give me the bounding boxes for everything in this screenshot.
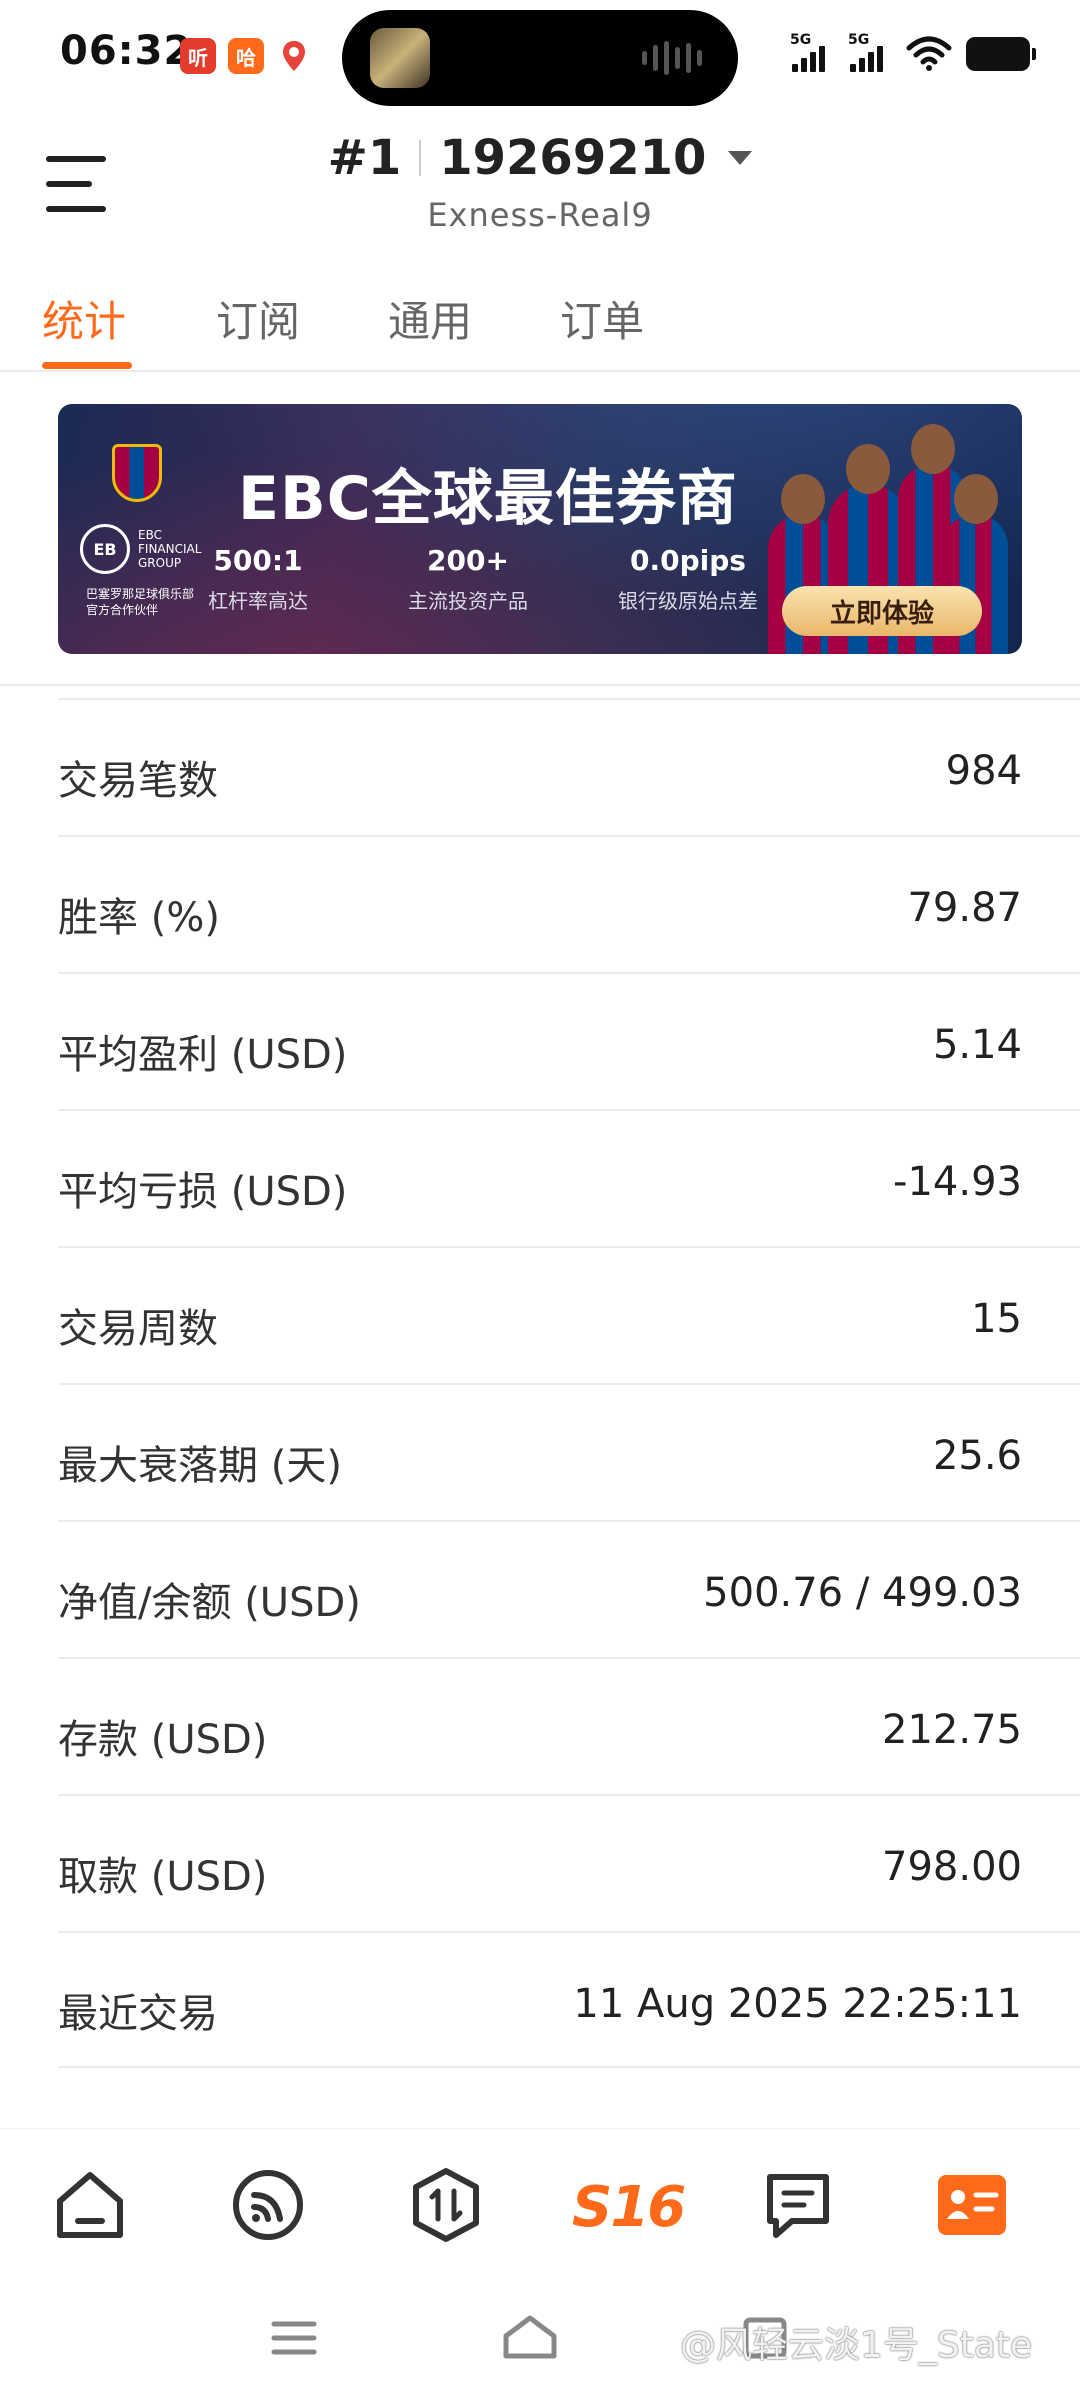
tab-subscribe[interactable]: 订阅: [216, 288, 300, 349]
media-thumbnail: [370, 28, 430, 88]
account-selector[interactable]: #1 19269210 Exness-Real9: [0, 130, 1080, 234]
stat-label: 平均亏损 (USD): [58, 1169, 348, 1215]
banner-title: EBC全球最佳券商: [238, 464, 738, 534]
stat-value: 500.76 / 499.03: [703, 1570, 1022, 1616]
message-icon[interactable]: [758, 2165, 838, 2245]
stat-value: 212.75: [882, 1707, 1022, 1753]
stat-label: 胜率 (%): [58, 895, 220, 941]
stat-value: 5.14: [932, 1022, 1022, 1068]
stat-row: 交易周数 15: [58, 1246, 1080, 1383]
statistics-list: 交易笔数 984 胜率 (%) 79.87 平均盈利 (USD) 5.14 平均…: [58, 698, 1080, 2068]
stat-value: 11 Aug 2025 22:25:11: [573, 1981, 1022, 2027]
account-server: Exness-Real9: [427, 196, 653, 234]
stat-row: 平均盈利 (USD) 5.14: [58, 972, 1080, 1109]
ting-app-icon: 听: [180, 38, 216, 74]
banner-stat-value: 500:1: [213, 544, 303, 577]
signal-5g-icon: 5G: [790, 32, 834, 74]
dynamic-island: [342, 10, 738, 106]
banner-stat-label: 杠杆率高达: [208, 589, 308, 613]
stat-label: 交易周数: [58, 1306, 218, 1352]
stat-label: 交易笔数: [58, 758, 218, 804]
brand-line: EBC: [138, 528, 162, 542]
signal-label: 5G: [848, 32, 870, 48]
home-icon[interactable]: [50, 2165, 130, 2245]
feed-icon[interactable]: [228, 2165, 308, 2245]
stat-label: 最大衰落期 (天): [58, 1443, 342, 1489]
stat-label: 平均盈利 (USD): [58, 1032, 348, 1078]
stat-value: 79.87: [907, 885, 1022, 931]
try-now-button[interactable]: 立即体验: [782, 586, 982, 636]
stat-row: 净值/余额 (USD) 500.76 / 499.03: [58, 1520, 1080, 1657]
wifi-icon: [906, 36, 952, 71]
stat-label: 净值/余额 (USD): [58, 1580, 361, 1626]
tab-statistics[interactable]: 统计: [42, 288, 126, 349]
stat-row: 交易笔数 984: [58, 698, 1080, 835]
fc-barcelona-crest-icon: [112, 444, 162, 502]
active-tab-indicator: [42, 362, 132, 369]
banner-stat-value: 200+: [427, 544, 509, 577]
banner-area: EB EBC FINANCIAL GROUP 巴塞罗那足球俱乐部 官方合作伙伴 …: [0, 374, 1080, 686]
system-home-icon[interactable]: [500, 2312, 560, 2366]
watermark: @风轻云淡1号_State: [680, 2325, 1033, 2366]
signal-label: 5G: [790, 32, 812, 48]
ebc-logo-icon: EB: [80, 524, 130, 574]
stat-value: 15: [971, 1296, 1022, 1342]
caret-down-icon[interactable]: [728, 151, 753, 165]
stat-row: 最大衰落期 (天) 25.6: [58, 1383, 1080, 1520]
ha-app-icon: 哈: [228, 38, 264, 74]
banner-stat-label: 银行级原始点差: [618, 589, 758, 613]
stat-row: 存款 (USD) 212.75: [58, 1657, 1080, 1794]
trade-icon[interactable]: [406, 2165, 486, 2245]
banner-stat: 0.0pips 银行级原始点差: [578, 544, 798, 614]
banner-stat: 500:1 杠杆率高达: [178, 544, 338, 614]
stat-label: 取款 (USD): [58, 1854, 268, 1900]
status-time: 06:32: [60, 28, 193, 74]
system-navigation-bar: @风轻云淡1号_State: [0, 2278, 1080, 2400]
s16-brand-logo[interactable]: S16: [572, 2175, 686, 2240]
tab-bar: 统计 订阅 通用 订单: [0, 280, 1080, 372]
status-indicators: 5G 5G: [790, 32, 1036, 74]
tab-orders[interactable]: 订单: [560, 288, 644, 349]
banner-stat-label: 主流投资产品: [408, 589, 528, 613]
status-bar: 06:32 听 哈 5G 5G: [0, 0, 1080, 118]
stat-row: 最近交易 11 Aug 2025 22:25:11: [58, 1931, 1080, 2068]
audio-wave-icon: [642, 40, 702, 76]
divider: [419, 140, 422, 176]
stat-value: 798.00: [882, 1844, 1022, 1890]
account-number: 19269210: [439, 130, 707, 186]
signal-5g-icon: 5G: [848, 32, 892, 74]
stat-value: -14.93: [893, 1159, 1022, 1205]
map-app-icon: [276, 38, 312, 74]
recent-apps-icon[interactable]: [270, 2318, 318, 2362]
stat-label: 存款 (USD): [58, 1717, 268, 1763]
promo-banner[interactable]: EB EBC FINANCIAL GROUP 巴塞罗那足球俱乐部 官方合作伙伴 …: [58, 404, 1022, 654]
banner-stat-value: 0.0pips: [630, 544, 746, 577]
account-rank: #1: [327, 130, 402, 186]
stat-row: 平均亏损 (USD) -14.93: [58, 1109, 1080, 1246]
stat-label: 最近交易: [58, 1991, 218, 2037]
stat-row: 胜率 (%) 79.87: [58, 835, 1080, 972]
bottom-navigation: S16: [0, 2128, 1080, 2278]
tab-general[interactable]: 通用: [388, 288, 472, 349]
stat-value: 25.6: [932, 1433, 1022, 1479]
banner-stat: 200+ 主流投资产品: [358, 544, 578, 614]
stat-value: 984: [945, 748, 1022, 794]
profile-card-icon[interactable]: [932, 2165, 1012, 2245]
stat-row: 取款 (USD) 798.00: [58, 1794, 1080, 1931]
battery-icon: [966, 37, 1036, 71]
